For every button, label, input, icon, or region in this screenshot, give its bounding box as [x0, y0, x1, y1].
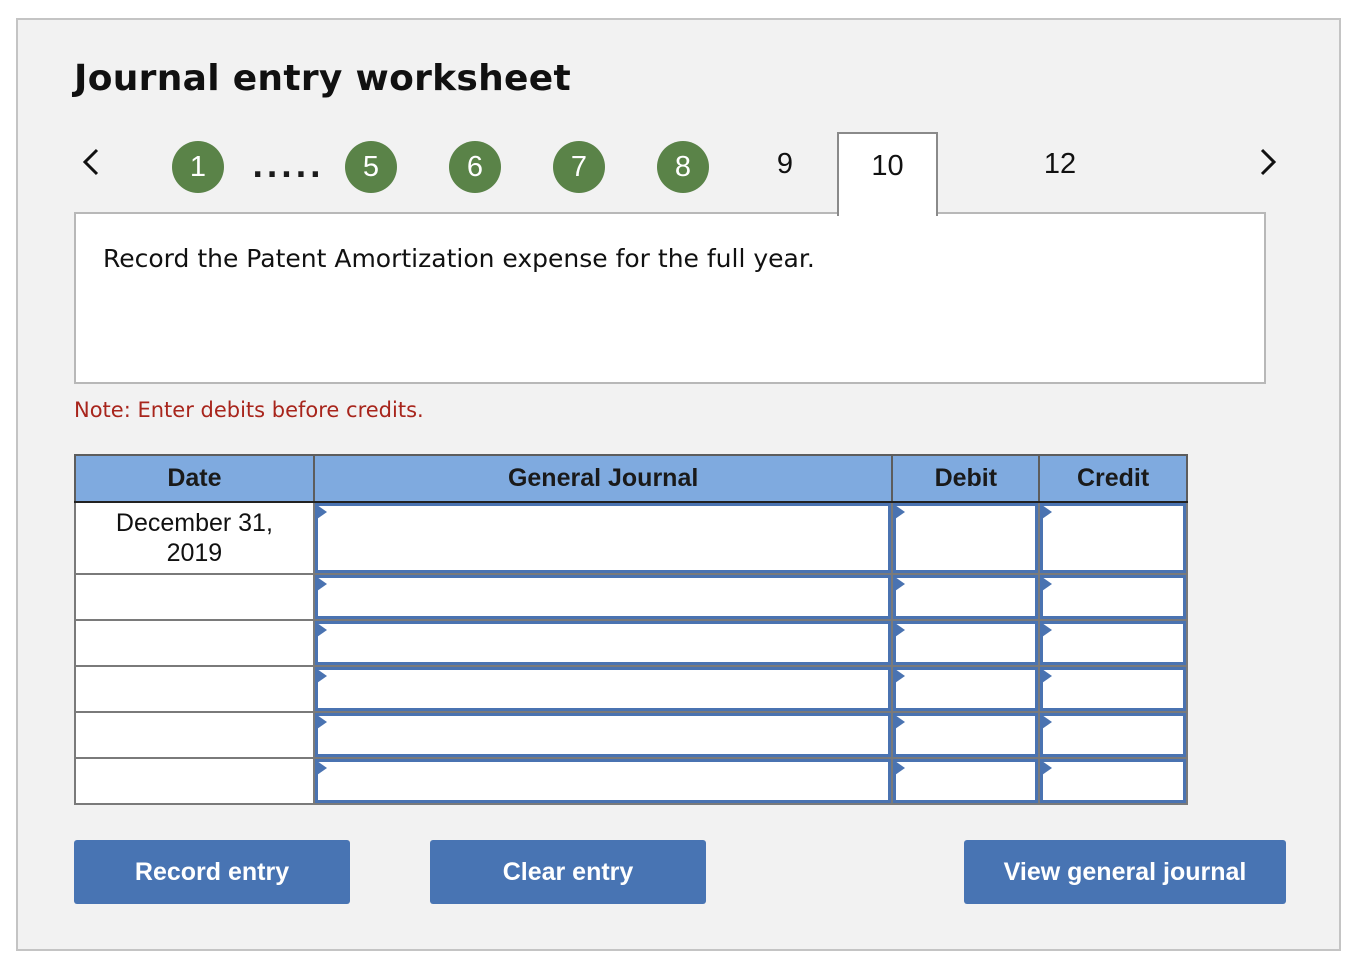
step-10-active-tab[interactable]: 10 — [837, 132, 938, 216]
credit-input[interactable] — [1040, 621, 1186, 665]
chevron-left-icon — [82, 148, 99, 176]
debit-cell[interactable] — [891, 711, 1041, 759]
account-input[interactable] — [314, 621, 892, 665]
debit-cell[interactable] — [891, 757, 1041, 805]
debit-cell[interactable] — [891, 501, 1041, 575]
date-cell — [74, 711, 315, 759]
credit-input[interactable] — [1040, 713, 1186, 757]
table-row — [74, 665, 1188, 713]
account-cell[interactable] — [312, 711, 894, 759]
record-entry-button[interactable]: Record entry — [74, 840, 350, 904]
step-5[interactable]: 5 — [345, 141, 397, 193]
debit-input[interactable] — [893, 575, 1039, 619]
account-cell[interactable] — [312, 619, 894, 667]
account-input[interactable] — [314, 667, 892, 711]
credit-cell[interactable] — [1038, 711, 1188, 759]
flag-icon — [1042, 715, 1053, 729]
dropdown-flag-icon — [316, 761, 327, 775]
prev-step-button[interactable] — [76, 140, 106, 184]
flag-icon — [895, 761, 906, 775]
credit-input[interactable] — [1040, 759, 1186, 803]
dropdown-flag-icon — [316, 623, 327, 637]
debit-cell[interactable] — [891, 573, 1041, 621]
flag-icon — [1042, 669, 1053, 683]
note-text: Note: Enter debits before credits. — [74, 398, 424, 422]
date-cell — [74, 757, 315, 805]
date-cell — [74, 665, 315, 713]
step-12[interactable]: 12 — [1035, 148, 1085, 181]
credit-cell[interactable] — [1038, 573, 1188, 621]
flag-icon — [895, 669, 906, 683]
page-title: Journal entry worksheet — [74, 58, 571, 99]
debit-input[interactable] — [893, 667, 1039, 711]
flag-icon — [895, 623, 906, 637]
account-cell[interactable] — [312, 665, 894, 713]
flag-icon — [1042, 505, 1053, 519]
date-cell: December 31, 2019 — [74, 501, 315, 575]
header-date: Date — [74, 454, 315, 503]
dropdown-flag-icon — [316, 715, 327, 729]
clear-entry-button[interactable]: Clear entry — [430, 840, 706, 904]
step-6[interactable]: 6 — [449, 141, 501, 193]
table-row: December 31, 2019 — [74, 501, 1188, 575]
steps-ellipsis: ..... — [252, 150, 324, 185]
dropdown-flag-icon — [316, 577, 327, 591]
table-header-row: Date General Journal Debit Credit — [74, 454, 1188, 503]
credit-cell[interactable] — [1038, 665, 1188, 713]
table-row — [74, 619, 1188, 667]
credit-cell[interactable] — [1038, 619, 1188, 667]
view-general-journal-button[interactable]: View general journal — [964, 840, 1286, 904]
step-1[interactable]: 1 — [172, 141, 224, 193]
next-step-button[interactable] — [1253, 140, 1283, 184]
step-8[interactable]: 8 — [657, 141, 709, 193]
flag-icon — [1042, 761, 1053, 775]
debit-input[interactable] — [893, 759, 1039, 803]
table-row — [74, 573, 1188, 621]
prompt-text: Record the Patent Amortization expense f… — [103, 244, 815, 273]
table-row — [74, 711, 1188, 759]
account-input[interactable] — [314, 503, 892, 573]
header-general-journal: General Journal — [312, 454, 894, 503]
debit-cell[interactable] — [891, 665, 1041, 713]
account-cell[interactable] — [312, 757, 894, 805]
debit-input[interactable] — [893, 503, 1039, 573]
step-9[interactable]: 9 — [765, 148, 805, 181]
prompt-box: Record the Patent Amortization expense f… — [74, 212, 1266, 384]
account-input[interactable] — [314, 759, 892, 803]
dropdown-flag-icon — [316, 669, 327, 683]
credit-input[interactable] — [1040, 575, 1186, 619]
credit-input[interactable] — [1040, 667, 1186, 711]
dropdown-flag-icon — [316, 505, 327, 519]
debit-input[interactable] — [893, 621, 1039, 665]
table-row — [74, 757, 1188, 805]
flag-icon — [895, 505, 906, 519]
flag-icon — [1042, 623, 1053, 637]
account-cell[interactable] — [312, 501, 894, 575]
debit-input[interactable] — [893, 713, 1039, 757]
flag-icon — [895, 577, 906, 591]
debit-cell[interactable] — [891, 619, 1041, 667]
chevron-right-icon — [1260, 148, 1277, 176]
date-text: December 31, 2019 — [115, 509, 273, 567]
header-credit: Credit — [1038, 454, 1188, 503]
date-cell — [74, 573, 315, 621]
credit-cell[interactable] — [1038, 501, 1188, 575]
flag-icon — [1042, 577, 1053, 591]
step-7[interactable]: 7 — [553, 141, 605, 193]
flag-icon — [895, 715, 906, 729]
credit-cell[interactable] — [1038, 757, 1188, 805]
account-cell[interactable] — [312, 573, 894, 621]
header-debit: Debit — [891, 454, 1041, 503]
account-input[interactable] — [314, 713, 892, 757]
date-cell — [74, 619, 315, 667]
credit-input[interactable] — [1040, 503, 1186, 573]
account-input[interactable] — [314, 575, 892, 619]
journal-table: Date General Journal Debit Credit Decemb… — [74, 454, 1188, 805]
